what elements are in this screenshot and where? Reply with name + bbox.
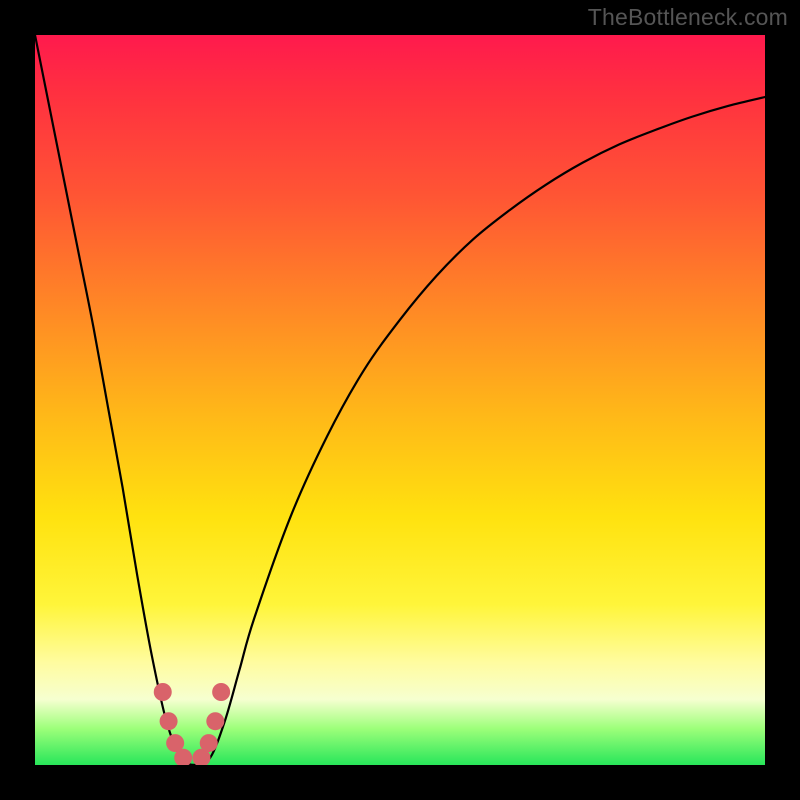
curve-marker [200, 734, 218, 752]
chart-frame: TheBottleneck.com [0, 0, 800, 800]
curve-marker [206, 712, 224, 730]
watermark-text: TheBottleneck.com [588, 4, 788, 31]
curve-marker [160, 712, 178, 730]
curve-marker [154, 683, 172, 701]
curve-markers [154, 683, 230, 765]
curve-marker [212, 683, 230, 701]
plot-area [35, 35, 765, 765]
bottleneck-curve [35, 35, 765, 765]
curve-layer [35, 35, 765, 765]
